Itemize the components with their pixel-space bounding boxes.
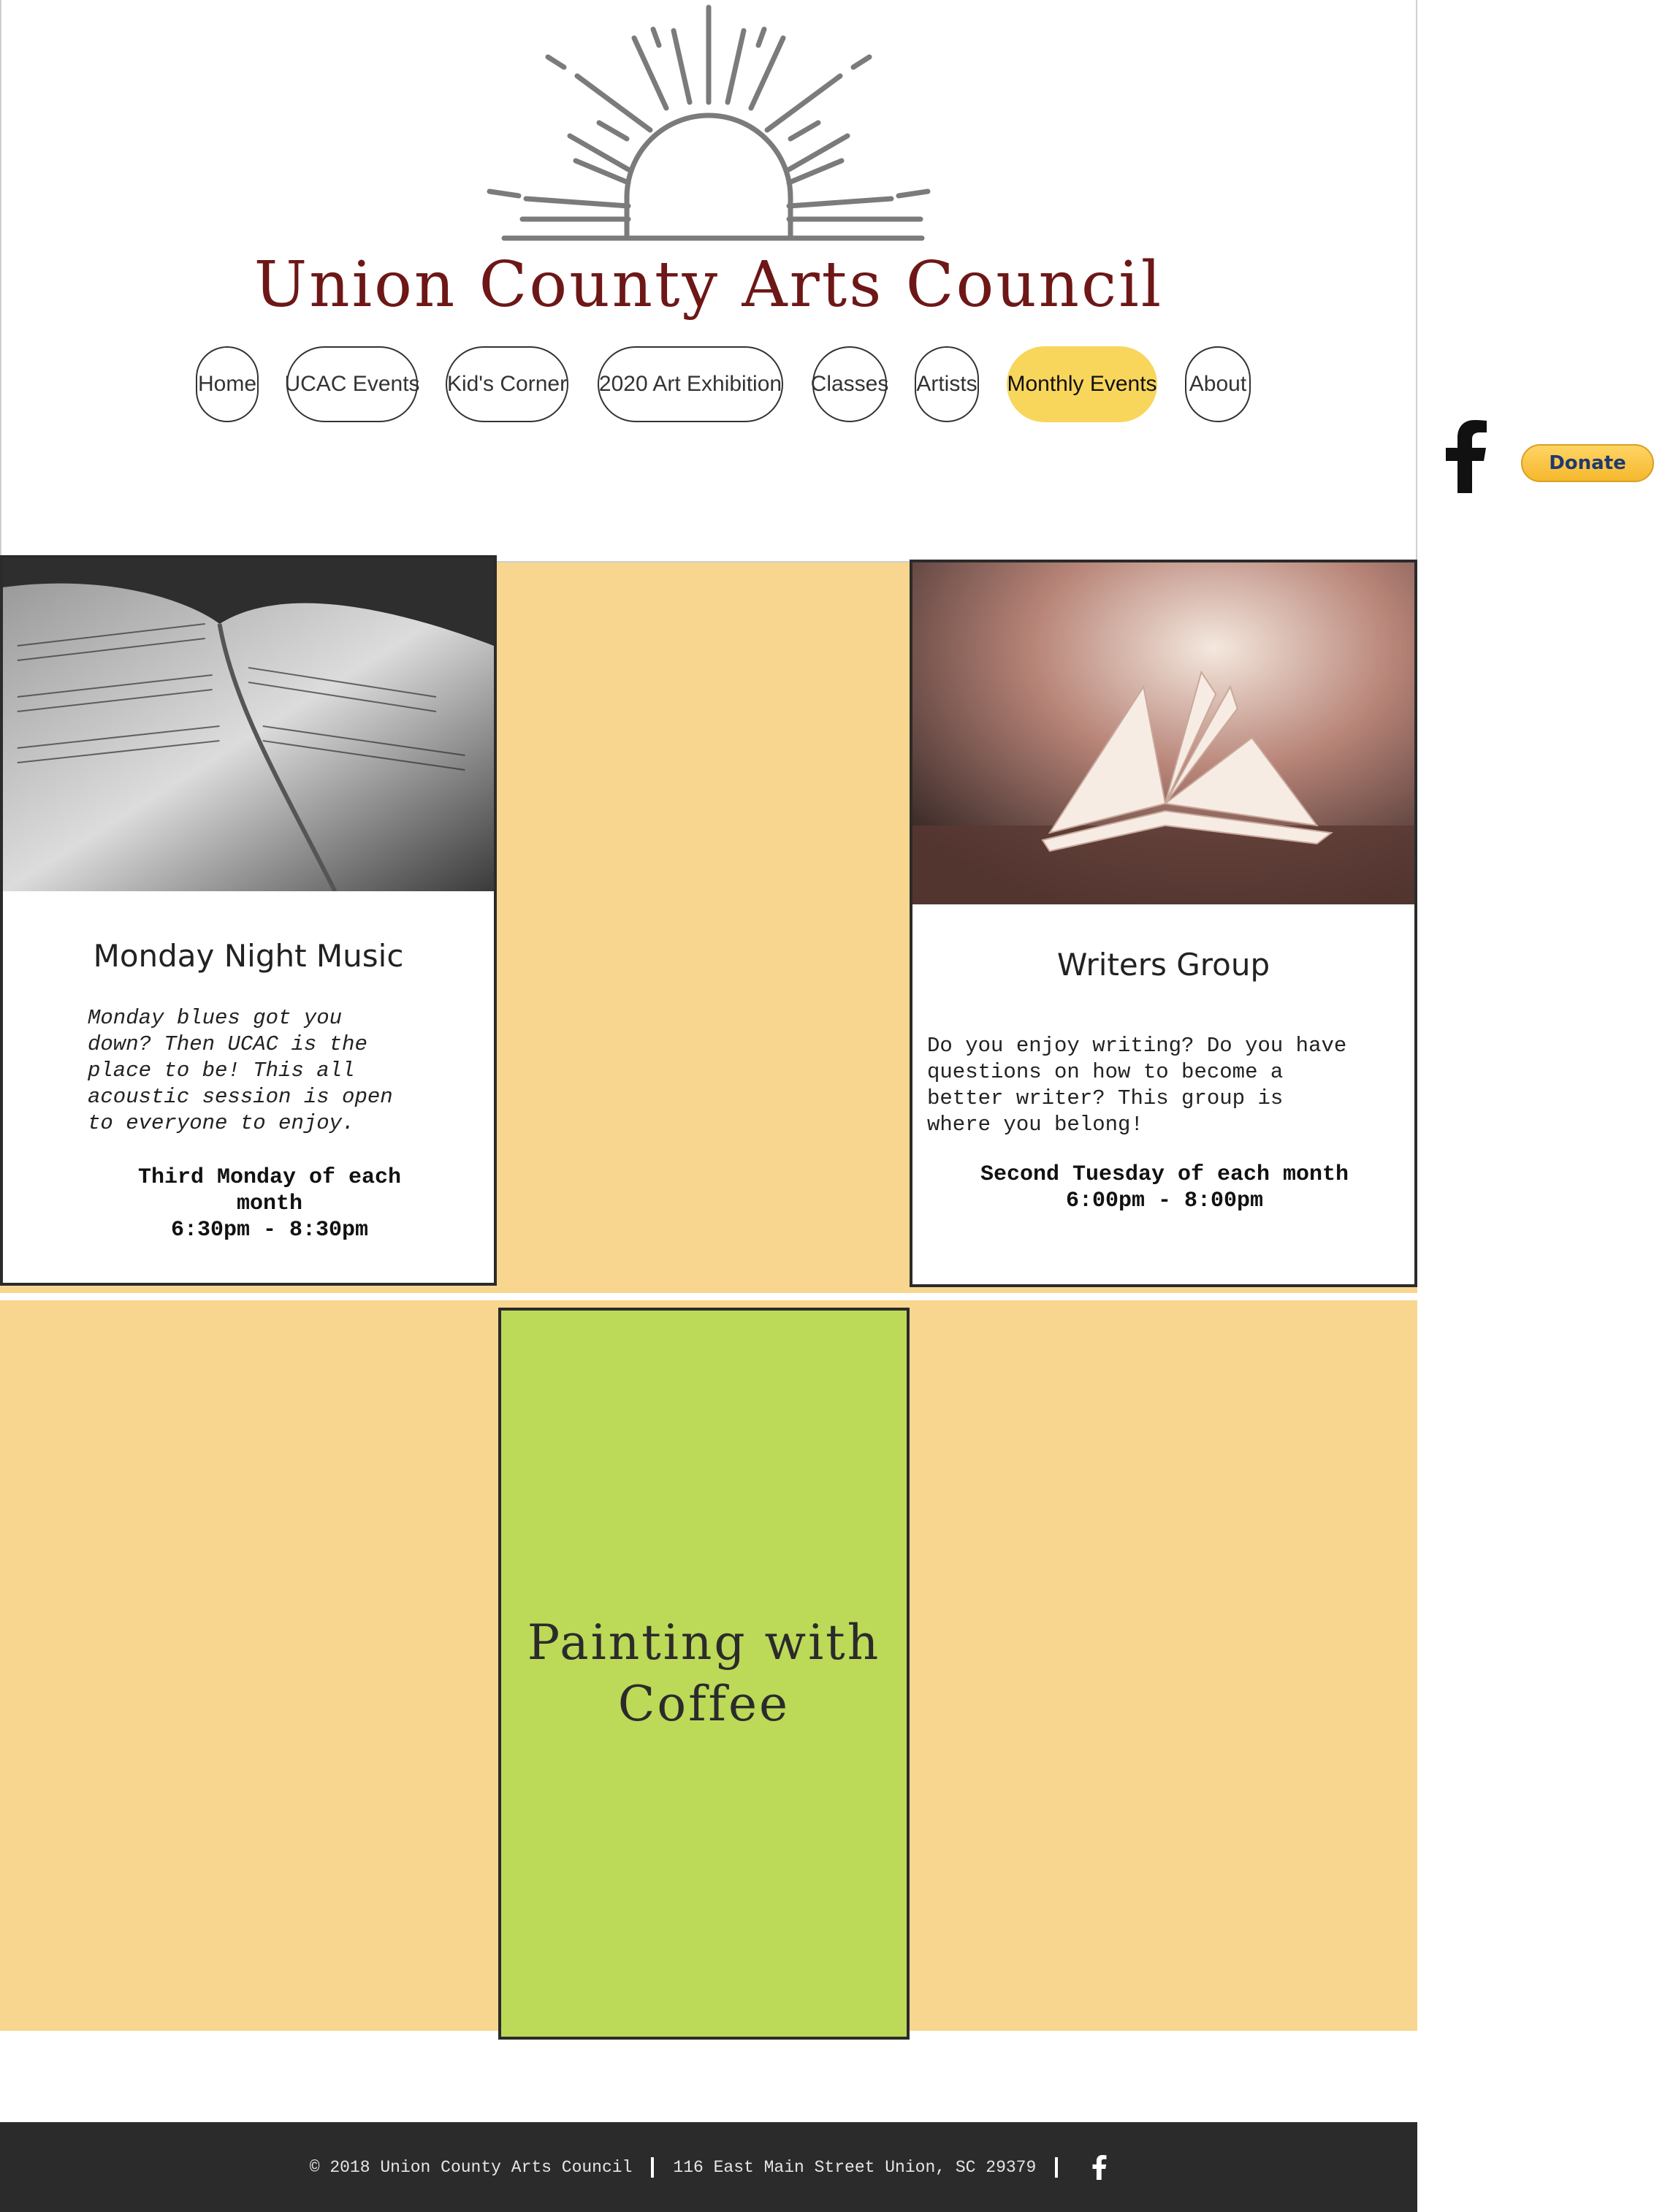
event-schedule: Second Tuesday of each month 6:00pm - 8:… [912, 1162, 1414, 1214]
event-description: Do you enjoy writing? Do you have questi… [927, 1033, 1346, 1138]
nav-home[interactable]: Home [196, 346, 259, 422]
nav-classes[interactable]: Classes [811, 346, 888, 422]
nav-2020-art-exhibition[interactable]: 2020 Art Exhibition [598, 346, 783, 422]
footer-address: 116 East Main Street Union, SC 29379 [673, 2157, 1037, 2177]
sun-logo [487, 4, 931, 241]
description-line: Do you enjoy writing? Do you have [927, 1034, 1347, 1058]
event-title: Writers Group [1056, 947, 1270, 983]
footer-copyright: © 2018 Union County Arts Council [309, 2157, 633, 2177]
description-line: Monday blues got you [88, 1006, 343, 1030]
sheet-music-image [3, 558, 494, 891]
event-card-monday-night-music: Monday Night Music Monday blues got you … [0, 555, 497, 1286]
open-book-image [912, 562, 1414, 904]
donate-button[interactable]: Donate [1521, 444, 1654, 482]
nav-about[interactable]: About [1185, 346, 1251, 422]
nav-ucac-events[interactable]: UCAC Events [284, 346, 420, 422]
description-line: down? Then UCAC is the [88, 1032, 367, 1056]
title-line: Painting with [527, 1614, 881, 1671]
footer-divider [651, 2156, 655, 2178]
event-title: Monday Night Music [93, 938, 404, 974]
event-description: Monday blues got you down? Then UCAC is … [88, 1005, 393, 1137]
site-title: Union County Arts Council [254, 248, 1164, 321]
schedule-line: month [236, 1191, 302, 1216]
description-line: place to be! This all [88, 1059, 355, 1083]
nav-kids-corner[interactable]: Kid's Corner [446, 346, 568, 422]
event-title: Painting with Coffee [527, 1612, 880, 1735]
schedule-line: Second Tuesday of each month [980, 1162, 1349, 1187]
title-line: Coffee [617, 1676, 790, 1732]
description-line: better writer? This group is [927, 1086, 1284, 1110]
footer-facebook-icon[interactable] [1091, 2154, 1108, 2180]
facebook-icon[interactable] [1443, 420, 1490, 493]
nav-artists[interactable]: Artists [915, 346, 979, 422]
footer-divider [1055, 2156, 1059, 2178]
description-line: acoustic session is open [88, 1085, 393, 1109]
nav-monthly-events[interactable]: Monthly Events [1007, 346, 1157, 422]
description-line: questions on how to become a [927, 1060, 1284, 1084]
footer-content: © 2018 Union County Arts Council 116 Eas… [0, 2122, 1417, 2212]
event-card-writers-group: Writers Group Do you enjoy writing? Do y… [910, 560, 1417, 1287]
event-card-painting-with-coffee[interactable]: Painting with Coffee [498, 1308, 910, 2040]
description-line: where you belong! [927, 1113, 1143, 1137]
schedule-line: Third Monday of each [137, 1165, 402, 1190]
description-line: to everyone to enjoy. [88, 1111, 355, 1135]
event-schedule: Third Monday of each month 6:30pm - 8:30… [3, 1164, 494, 1243]
schedule-line: 6:30pm - 8:30pm [170, 1218, 369, 1243]
schedule-line: 6:00pm - 8:00pm [1065, 1189, 1264, 1213]
